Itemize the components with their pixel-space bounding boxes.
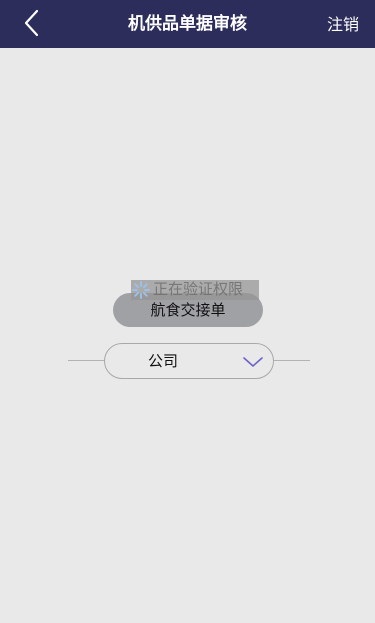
company-select-value: 公司 — [148, 352, 179, 370]
main-content: 航食交接单 正在验证权限 公司 — [0, 48, 375, 623]
loading-message: 正在验证权限 — [153, 280, 244, 298]
divider-right — [274, 360, 310, 361]
app-header: 机供品单据审核 注销 — [0, 0, 375, 48]
chevron-down-icon — [242, 354, 264, 373]
chevron-left-icon — [14, 6, 50, 42]
divider-left — [68, 360, 104, 361]
page-title: 机供品单据审核 — [128, 14, 247, 34]
logout-button[interactable]: 注销 — [327, 0, 359, 48]
loading-toast: 正在验证权限 — [131, 280, 259, 300]
company-select[interactable]: 公司 — [104, 343, 274, 379]
spinner-icon — [131, 280, 151, 300]
back-button[interactable] — [14, 6, 50, 42]
